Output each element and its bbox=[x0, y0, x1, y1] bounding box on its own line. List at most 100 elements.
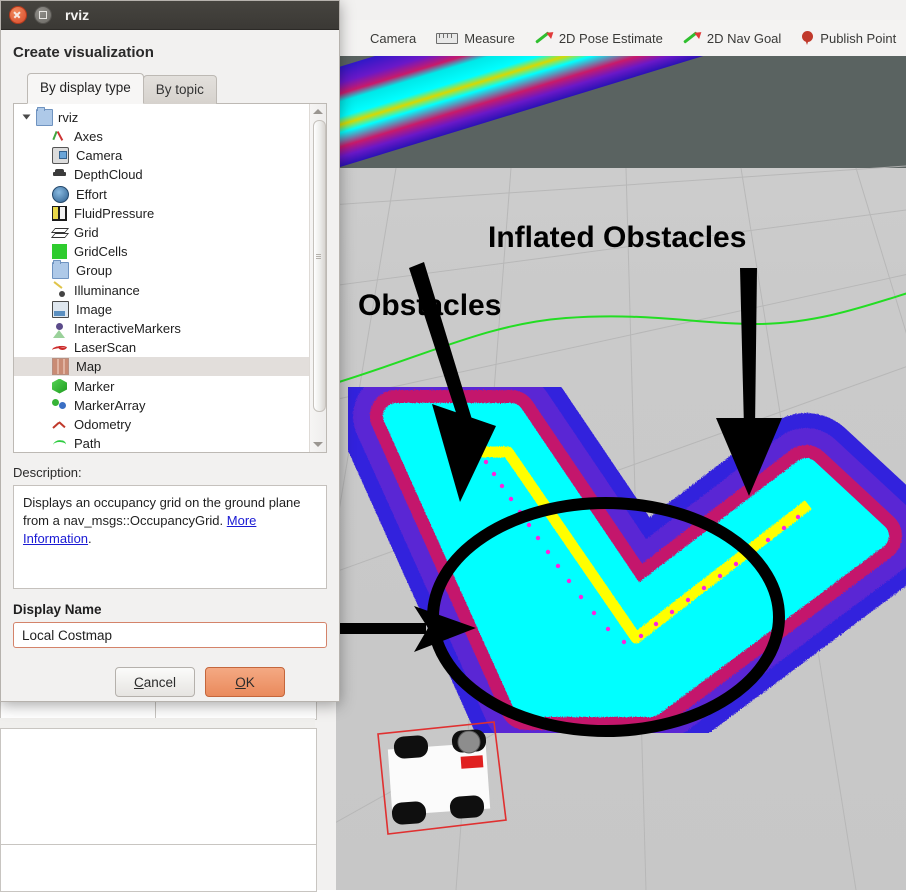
tree-item-label: Effort bbox=[76, 186, 107, 202]
folder-icon bbox=[36, 106, 53, 126]
tool-camera[interactable]: Camera bbox=[336, 26, 426, 50]
ok-accel: O bbox=[235, 674, 246, 690]
interactivemarkers-icon bbox=[52, 321, 67, 338]
ruler-icon bbox=[436, 32, 459, 44]
depthcloud-icon bbox=[52, 167, 67, 182]
tree-scrollbar[interactable] bbox=[309, 104, 326, 452]
path-icon bbox=[52, 436, 67, 451]
tool-publish-point-label: Publish Point bbox=[820, 30, 897, 46]
tree-item-path[interactable]: Path bbox=[14, 434, 310, 452]
display-name-input[interactable] bbox=[13, 622, 327, 648]
tab-by-topic[interactable]: By topic bbox=[142, 75, 217, 104]
image-icon bbox=[52, 300, 69, 318]
dialog-body: Create visualization By display type By … bbox=[1, 30, 339, 697]
tree-item-map[interactable]: Map bbox=[14, 357, 310, 377]
camera-icon bbox=[52, 147, 69, 165]
tool-pose-label: 2D Pose Estimate bbox=[558, 30, 663, 46]
odometry-icon bbox=[52, 417, 67, 432]
tree-item-grid[interactable]: Grid bbox=[14, 223, 310, 242]
chevron-down-icon[interactable] bbox=[22, 114, 31, 120]
tree-item-image[interactable]: Image bbox=[14, 300, 310, 319]
tree-item-effort[interactable]: Effort bbox=[14, 185, 310, 204]
robot-model bbox=[377, 721, 507, 835]
close-icon[interactable] bbox=[9, 6, 27, 24]
tree-item-label: MarkerArray bbox=[74, 397, 146, 413]
tree-item-gridcells[interactable]: GridCells bbox=[14, 242, 310, 261]
cancel-accel: C bbox=[133, 674, 144, 690]
tree-item-illuminance[interactable]: Illuminance bbox=[14, 281, 310, 300]
tree-item-marker[interactable]: Marker bbox=[14, 376, 310, 395]
cancel-button[interactable]: Cancel bbox=[115, 667, 195, 697]
fluidpressure-icon bbox=[52, 205, 67, 221]
ok-button[interactable]: OK bbox=[205, 667, 285, 697]
tree-item-label: Image bbox=[76, 301, 113, 317]
tree-item-label: Odometry bbox=[74, 416, 132, 432]
tree-item-odometry[interactable]: Odometry bbox=[14, 415, 310, 434]
cancel-rest: ancel bbox=[143, 674, 177, 690]
tool-measure-label: Measure bbox=[464, 30, 515, 46]
tree-item-label: Path bbox=[74, 436, 101, 452]
local-costmap bbox=[336, 386, 906, 746]
robot-lidar bbox=[457, 730, 481, 754]
tree-item-laserscan[interactable]: LaserScan bbox=[14, 338, 310, 357]
tree-item-camera[interactable]: Camera bbox=[14, 146, 310, 165]
tree-root-label: rviz bbox=[58, 109, 79, 125]
tree-item-label: Axes bbox=[74, 129, 103, 145]
scrollbar-thumb[interactable] bbox=[312, 120, 326, 412]
laserscan-icon bbox=[52, 340, 67, 355]
marker-icon bbox=[52, 378, 67, 394]
tree-item-group[interactable]: Group bbox=[14, 260, 310, 280]
scroll-down-icon[interactable] bbox=[313, 442, 323, 447]
tree-item-label: LaserScan bbox=[74, 340, 137, 356]
tool-properties-panel[interactable] bbox=[0, 844, 317, 892]
grid-icon bbox=[52, 225, 67, 240]
tool-publish-point[interactable]: Publish Point bbox=[791, 26, 906, 50]
tree-list: rviz Axes Camera DepthCloud Effort Fluid… bbox=[14, 104, 310, 452]
maximize-icon[interactable] bbox=[34, 6, 52, 24]
window-title: rviz bbox=[65, 7, 90, 23]
tree-item-label: Camera bbox=[76, 148, 123, 164]
tool-measure[interactable]: Measure bbox=[426, 27, 525, 50]
illuminance-icon bbox=[52, 283, 67, 298]
tree-item-label: FluidPressure bbox=[74, 205, 155, 221]
dialog-titlebar[interactable]: rviz bbox=[1, 1, 339, 30]
effort-icon bbox=[52, 185, 69, 203]
green-arrow-icon bbox=[683, 30, 701, 46]
tree-item-label: Grid bbox=[74, 225, 99, 241]
map-pin-icon bbox=[801, 30, 814, 46]
display-type-tree[interactable]: rviz Axes Camera DepthCloud Effort Fluid… bbox=[13, 103, 327, 453]
description-suffix: . bbox=[88, 531, 92, 546]
tree-item-label: Marker bbox=[74, 378, 115, 394]
panel-splitter[interactable] bbox=[0, 718, 315, 728]
scroll-up-icon[interactable] bbox=[313, 109, 323, 114]
annotation-inflated-obstacles: Inflated Obstacles bbox=[488, 221, 747, 254]
tree-item-label: DepthCloud bbox=[74, 167, 143, 183]
create-visualization-dialog[interactable]: rviz Create visualization By display typ… bbox=[0, 0, 340, 702]
3d-render-view[interactable]: Inflated Obstacles Obstacles bbox=[336, 56, 906, 890]
gridcells-icon bbox=[52, 244, 67, 260]
tree-item-label: Group bbox=[76, 263, 113, 279]
tree-root-rviz[interactable]: rviz bbox=[14, 106, 310, 127]
global-costmap-band bbox=[336, 56, 906, 182]
tool-2d-pose-estimate[interactable]: 2D Pose Estimate bbox=[525, 26, 673, 50]
axes-icon bbox=[52, 129, 67, 144]
tool-camera-label: Camera bbox=[370, 30, 417, 46]
description-box: Displays an occupancy grid on the ground… bbox=[13, 485, 327, 589]
tree-item-markerarray[interactable]: MarkerArray bbox=[14, 396, 310, 415]
robot-marker bbox=[460, 755, 484, 769]
tree-item-axes[interactable]: Axes bbox=[14, 127, 310, 146]
tab-by-display-type[interactable]: By display type bbox=[27, 73, 144, 104]
tree-item-interactivemarkers[interactable]: InteractiveMarkers bbox=[14, 319, 310, 338]
folder-icon bbox=[52, 260, 69, 280]
tree-item-fluidpressure[interactable]: FluidPressure bbox=[14, 204, 310, 223]
ok-rest: K bbox=[245, 674, 255, 690]
camera-icon bbox=[346, 30, 364, 46]
description-label: Description: bbox=[13, 465, 82, 480]
tree-item-depthcloud[interactable]: DepthCloud bbox=[14, 165, 310, 184]
display-name-label: Display Name bbox=[13, 602, 102, 617]
dialog-tabs: By display type By topic bbox=[27, 73, 327, 104]
map-icon bbox=[52, 358, 69, 376]
tool-2d-nav-goal[interactable]: 2D Nav Goal bbox=[673, 26, 791, 50]
markerarray-icon bbox=[52, 398, 67, 413]
dialog-button-row: Cancel OK bbox=[13, 667, 327, 697]
